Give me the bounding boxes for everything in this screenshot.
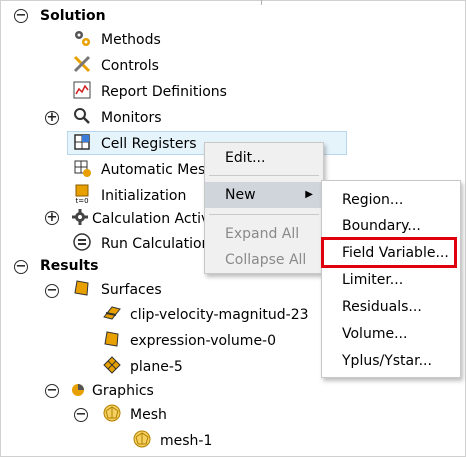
- tree-item-results[interactable]: Results: [40, 254, 98, 278]
- mesh-collapse-toggle[interactable]: −: [74, 408, 88, 422]
- tree-item-monitors[interactable]: Monitors: [101, 106, 162, 130]
- tree-item-surfaces[interactable]: Surfaces: [101, 278, 162, 302]
- methods-icon: [75, 31, 90, 46]
- run-calculation-icon: [73, 233, 91, 251]
- mesh-object-icon: [133, 430, 151, 448]
- submenu-item-residuals[interactable]: Residuals...: [322, 294, 460, 320]
- menu-item-expand-all[interactable]: Expand All: [205, 221, 323, 247]
- tree-item-clip-velocity[interactable]: clip-velocity-magnitud-23: [130, 303, 309, 327]
- submenu-item-volume[interactable]: Volume...: [322, 321, 460, 347]
- field-variable-highlight-box: [321, 237, 457, 268]
- tree-item-report-definitions[interactable]: Report Definitions: [101, 80, 227, 104]
- solution-collapse-toggle[interactable]: −: [14, 9, 28, 23]
- menu-separator: [209, 214, 319, 215]
- new-submenu: Region... Boundary... Field Variable... …: [321, 180, 461, 378]
- tree-item-expression-volume[interactable]: expression-volume-0: [130, 329, 276, 353]
- tree-item-mesh[interactable]: Mesh: [130, 403, 167, 427]
- tree-item-cell-registers[interactable]: Cell Registers: [101, 132, 197, 156]
- tree-item-mesh-1[interactable]: mesh-1: [160, 429, 212, 453]
- cell-registers-icon: [74, 134, 90, 150]
- controls-icon: [73, 55, 91, 73]
- tree-item-solution[interactable]: Solution: [40, 4, 106, 28]
- calculation-activities-expand-toggle[interactable]: +: [45, 211, 59, 225]
- menu-item-collapse-all[interactable]: Collapse All: [205, 247, 323, 273]
- tree-item-graphics[interactable]: Graphics: [92, 379, 154, 403]
- context-menu: Edit... New ▶ Expand All Collapse All: [204, 142, 324, 274]
- tree-item-initialization[interactable]: Initialization: [101, 184, 186, 208]
- submenu-item-boundary[interactable]: Boundary...: [322, 213, 460, 239]
- tree-item-run-calculation[interactable]: Run Calculation: [101, 232, 210, 256]
- menu-item-new[interactable]: New ▶: [205, 182, 323, 208]
- expression-volume-icon: [104, 331, 119, 347]
- automatic-mesh-icon: [74, 160, 91, 177]
- clip-surface-icon: [103, 306, 121, 320]
- surfaces-icon: [74, 280, 89, 296]
- submenu-item-region[interactable]: Region...: [322, 187, 460, 213]
- tree-item-calculation-activities[interactable]: Calculation Activ: [92, 207, 209, 231]
- gear-icon: [72, 209, 88, 225]
- results-collapse-toggle[interactable]: −: [14, 260, 28, 274]
- mesh-icon: [103, 404, 121, 422]
- submenu-arrow-icon: ▶: [305, 189, 313, 200]
- menu-separator: [209, 175, 319, 176]
- submenu-item-limiter[interactable]: Limiter...: [322, 267, 460, 293]
- tree-item-plane[interactable]: plane-5: [130, 355, 183, 379]
- tree-item-automatic-mesh[interactable]: Automatic Mes: [101, 158, 205, 182]
- initialization-icon: t=0: [75, 184, 89, 204]
- plane-icon: [103, 356, 121, 374]
- menu-item-edit[interactable]: Edit...: [205, 145, 323, 171]
- report-definitions-icon: [73, 81, 91, 99]
- surfaces-collapse-toggle[interactable]: −: [45, 284, 59, 298]
- divider: [261, 0, 262, 5]
- svg-text:t=0: t=0: [75, 197, 88, 204]
- tree-item-controls[interactable]: Controls: [101, 54, 159, 78]
- graphics-icon: [72, 384, 84, 396]
- tree-item-methods[interactable]: Methods: [101, 28, 161, 52]
- magnifier-icon: [74, 108, 90, 124]
- monitors-expand-toggle[interactable]: +: [45, 111, 59, 125]
- graphics-collapse-toggle[interactable]: −: [45, 384, 59, 398]
- submenu-item-yplus-ystar[interactable]: Yplus/Ystar...: [322, 348, 460, 374]
